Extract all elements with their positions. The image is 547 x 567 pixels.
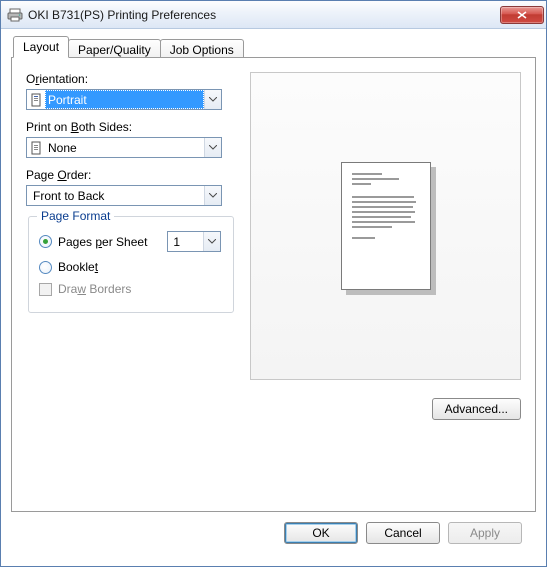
window-title: OKI B731(PS) Printing Preferences bbox=[28, 8, 500, 22]
client-area: Layout Paper/Quality Job Options Orienta… bbox=[1, 29, 546, 566]
tabpanel-layout: Orientation: Portrait Print on Both Side… bbox=[11, 57, 536, 512]
booklet-label: Booklet bbox=[58, 260, 98, 274]
tab-job-options[interactable]: Job Options bbox=[160, 39, 244, 59]
none-icon bbox=[27, 138, 45, 157]
booklet-radio[interactable] bbox=[39, 261, 52, 274]
close-button[interactable] bbox=[500, 6, 544, 24]
right-column: Advanced... bbox=[250, 72, 521, 420]
portrait-icon bbox=[27, 90, 45, 109]
page-preview bbox=[250, 72, 521, 380]
pages-per-sheet-combo[interactable]: 1 bbox=[167, 231, 221, 252]
page-order-label: Page Order: bbox=[26, 168, 236, 182]
pages-per-sheet-value: 1 bbox=[168, 235, 203, 249]
page-format-legend: Page Format bbox=[37, 209, 114, 223]
tab-layout[interactable]: Layout bbox=[13, 36, 69, 58]
preferences-dialog: OKI B731(PS) Printing Preferences Layout… bbox=[0, 0, 547, 567]
orientation-combo[interactable]: Portrait bbox=[26, 89, 222, 110]
pages-per-sheet-radio[interactable] bbox=[39, 235, 52, 248]
chevron-down-icon bbox=[204, 138, 221, 157]
advanced-button[interactable]: Advanced... bbox=[432, 398, 521, 420]
apply-button: Apply bbox=[448, 522, 522, 544]
tab-paper-quality[interactable]: Paper/Quality bbox=[68, 39, 161, 59]
orientation-label: Orientation: bbox=[26, 72, 236, 86]
chevron-down-icon bbox=[203, 232, 220, 251]
left-column: Orientation: Portrait Print on Both Side… bbox=[26, 72, 236, 420]
chevron-down-icon bbox=[204, 186, 221, 205]
duplex-combo[interactable]: None bbox=[26, 137, 222, 158]
chevron-down-icon bbox=[204, 90, 221, 109]
titlebar: OKI B731(PS) Printing Preferences bbox=[1, 1, 546, 29]
cancel-button[interactable]: Cancel bbox=[366, 522, 440, 544]
duplex-value: None bbox=[48, 141, 77, 155]
page-format-group: Page Format Pages per Sheet 1 Booklet bbox=[28, 216, 234, 313]
orientation-value: Portrait bbox=[48, 93, 87, 107]
draw-borders-checkbox bbox=[39, 283, 52, 296]
page-order-value: Front to Back bbox=[33, 189, 104, 203]
duplex-label: Print on Both Sides: bbox=[26, 120, 236, 134]
page-preview-graphic bbox=[341, 162, 431, 290]
draw-borders-label: Draw Borders bbox=[58, 282, 131, 296]
dialog-footer: OK Cancel Apply bbox=[11, 512, 536, 556]
printer-icon bbox=[7, 7, 23, 23]
page-order-combo[interactable]: Front to Back bbox=[26, 185, 222, 206]
ok-button[interactable]: OK bbox=[284, 522, 358, 544]
pages-per-sheet-label: Pages per Sheet bbox=[58, 235, 147, 249]
tabstrip: Layout Paper/Quality Job Options bbox=[13, 36, 536, 58]
